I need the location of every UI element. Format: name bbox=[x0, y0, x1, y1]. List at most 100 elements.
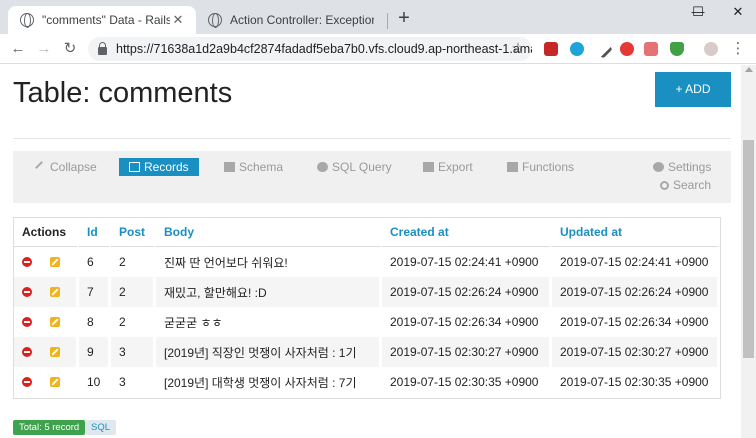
table-row: 9 3 [2019년] 직장인 멋쟁이 사자처럼 : 1기 2019-07-15… bbox=[14, 337, 720, 367]
back-icon[interactable]: ← bbox=[8, 39, 28, 59]
url-text: https://71638a1d2a9b4cf2874fadadf5eba7b0… bbox=[116, 42, 532, 56]
settings-button[interactable]: Settings bbox=[653, 158, 711, 176]
scrollbar-thumb[interactable] bbox=[743, 140, 754, 358]
row-actions bbox=[14, 277, 79, 307]
delete-icon[interactable] bbox=[22, 317, 32, 327]
row-actions bbox=[14, 337, 79, 367]
delete-icon[interactable] bbox=[22, 257, 32, 267]
extension-icon[interactable] bbox=[570, 42, 584, 56]
cell-post: 2 bbox=[111, 277, 156, 307]
edit-icon[interactable] bbox=[50, 317, 60, 327]
column-header-post[interactable]: Post bbox=[111, 218, 156, 247]
avatar[interactable] bbox=[704, 42, 718, 56]
cell-body: 진짜 딴 언어보다 쉬워요! bbox=[156, 247, 382, 277]
cell-post: 2 bbox=[111, 307, 156, 337]
delete-icon[interactable] bbox=[22, 377, 32, 387]
row-actions bbox=[14, 247, 79, 277]
cell-body: 굳굳굳 ㅎㅎ bbox=[156, 307, 382, 337]
cell-id: 10 bbox=[79, 367, 111, 397]
table-row: 10 3 [2019년] 대학생 멋쟁이 사자처럼 : 7기 2019-07-1… bbox=[14, 367, 720, 397]
maximize-button[interactable]: ☐ bbox=[680, 0, 716, 28]
menu-dots-icon[interactable]: ⋮ bbox=[728, 39, 748, 59]
column-header-body[interactable]: Body bbox=[156, 218, 382, 247]
table-row: 6 2 진짜 딴 언어보다 쉬워요! 2019-07-15 02:24:41 +… bbox=[14, 247, 720, 277]
cell-updated-at: 2019-07-15 02:30:35 +0900 bbox=[552, 367, 720, 397]
extension-icon[interactable] bbox=[644, 42, 658, 56]
new-tab-button[interactable]: + bbox=[394, 8, 414, 29]
gear-icon bbox=[653, 162, 664, 172]
search-icon bbox=[660, 181, 669, 190]
column-header-updated-at[interactable]: Updated at bbox=[552, 218, 720, 247]
table-row: 8 2 굳굳굳 ㅎㅎ 2019-07-15 02:26:34 +0900 201… bbox=[14, 307, 720, 337]
delete-icon[interactable] bbox=[22, 347, 32, 357]
cell-updated-at: 2019-07-15 02:24:41 +0900 bbox=[552, 247, 720, 277]
eyedropper-icon[interactable] bbox=[593, 39, 613, 59]
cell-post: 3 bbox=[111, 337, 156, 367]
cell-id: 7 bbox=[79, 277, 111, 307]
edit-icon[interactable] bbox=[50, 257, 60, 267]
close-window-button[interactable]: ✕ bbox=[720, 0, 756, 28]
add-button[interactable]: + ADD bbox=[655, 72, 731, 107]
table-icon bbox=[129, 162, 140, 172]
tab-title: "comments" Data - Rails DB bbox=[42, 13, 170, 27]
row-actions bbox=[14, 307, 79, 337]
edit-icon[interactable] bbox=[50, 377, 60, 387]
collapse-icon bbox=[35, 161, 48, 174]
tab-action-controller[interactable]: Action Controller: Exception cau bbox=[196, 6, 384, 34]
cell-created-at: 2019-07-15 02:30:35 +0900 bbox=[382, 367, 552, 397]
cell-body: [2019년] 대학생 멋쟁이 사자처럼 : 7기 bbox=[156, 367, 382, 397]
lock-icon bbox=[98, 41, 107, 55]
table-menu: Collapse Records Schema SQL Query Export… bbox=[13, 151, 731, 203]
cell-body: 재밌고, 할만해요! :D bbox=[156, 277, 382, 307]
tab-title: Action Controller: Exception cau bbox=[230, 13, 374, 27]
tab-functions[interactable]: Functions bbox=[507, 158, 574, 176]
cell-updated-at: 2019-07-15 02:30:27 +0900 bbox=[552, 337, 720, 367]
edit-icon[interactable] bbox=[50, 287, 60, 297]
cell-updated-at: 2019-07-15 02:26:34 +0900 bbox=[552, 307, 720, 337]
cell-created-at: 2019-07-15 02:26:34 +0900 bbox=[382, 307, 552, 337]
cell-id: 8 bbox=[79, 307, 111, 337]
delete-icon[interactable] bbox=[22, 287, 32, 297]
tab-separator bbox=[387, 13, 388, 29]
column-header-actions: Actions bbox=[14, 218, 79, 247]
column-header-created-at[interactable]: Created at bbox=[382, 218, 552, 247]
shield-icon[interactable] bbox=[670, 42, 684, 56]
opera-icon[interactable] bbox=[620, 42, 634, 56]
edit-icon[interactable] bbox=[50, 347, 60, 357]
tab-records[interactable]: Records bbox=[119, 158, 199, 176]
row-actions bbox=[14, 367, 79, 397]
cell-id: 9 bbox=[79, 337, 111, 367]
scroll-up-arrow[interactable] bbox=[745, 67, 753, 72]
grid-icon bbox=[507, 162, 518, 172]
bookmark-star-icon[interactable]: ☆ bbox=[508, 39, 528, 59]
tab-sql-query[interactable]: SQL Query bbox=[317, 158, 392, 176]
extension-icon[interactable] bbox=[544, 42, 558, 56]
cell-updated-at: 2019-07-15 02:26:24 +0900 bbox=[552, 277, 720, 307]
globe-icon bbox=[20, 13, 34, 28]
divider bbox=[13, 138, 731, 139]
address-bar[interactable]: https://71638a1d2a9b4cf2874fadadf5eba7b0… bbox=[88, 37, 532, 61]
close-tab-icon[interactable]: ✕ bbox=[170, 12, 186, 28]
column-header-id[interactable]: Id bbox=[79, 218, 111, 247]
cell-created-at: 2019-07-15 02:26:24 +0900 bbox=[382, 277, 552, 307]
tab-schema[interactable]: Schema bbox=[224, 158, 283, 176]
reload-icon[interactable]: ↻ bbox=[60, 39, 80, 59]
collapse-button[interactable]: Collapse bbox=[35, 158, 97, 176]
page-title: Table: comments bbox=[13, 77, 233, 109]
sql-badge[interactable]: SQL bbox=[85, 420, 117, 435]
database-icon bbox=[317, 162, 328, 172]
cell-created-at: 2019-07-15 02:30:27 +0900 bbox=[382, 337, 552, 367]
page-content: Table: comments + ADD Collapse Records S… bbox=[0, 65, 741, 438]
list-icon bbox=[224, 162, 235, 172]
forward-icon[interactable]: → bbox=[34, 39, 54, 59]
download-icon bbox=[423, 162, 434, 172]
cell-post: 3 bbox=[111, 367, 156, 397]
cell-post: 2 bbox=[111, 247, 156, 277]
tab-export[interactable]: Export bbox=[423, 158, 473, 176]
tab-comments-data[interactable]: "comments" Data - Rails DB ✕ bbox=[8, 6, 196, 34]
search-button[interactable]: Search bbox=[660, 176, 711, 194]
cell-body: [2019년] 직장인 멋쟁이 사자처럼 : 1기 bbox=[156, 337, 382, 367]
total-records-badge: Total: 5 record bbox=[13, 420, 86, 435]
cell-id: 6 bbox=[79, 247, 111, 277]
records-table: Actions Id Post Body Created at Updated … bbox=[13, 217, 721, 399]
